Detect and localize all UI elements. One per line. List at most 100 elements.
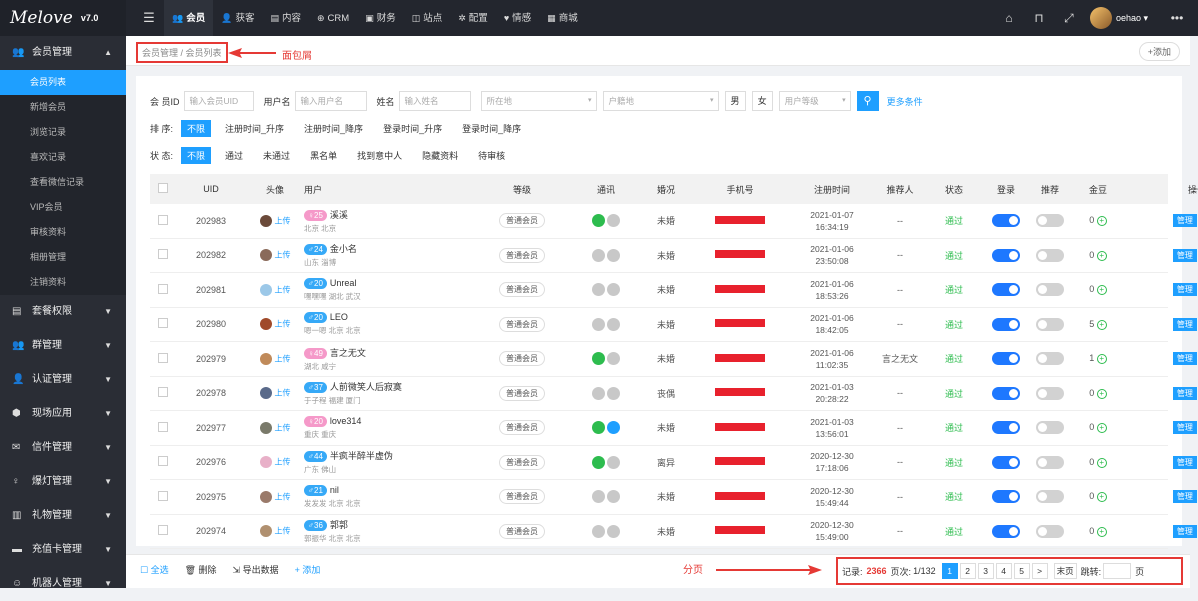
avatar[interactable] <box>259 525 272 538</box>
page-button-3[interactable]: 4 <box>995 563 1012 579</box>
add-button[interactable]: +添加 <box>1138 42 1180 61</box>
user-name[interactable]: love314 <box>330 416 362 426</box>
qq-icon[interactable] <box>607 421 620 435</box>
fullscreen-icon[interactable]: ⤢ <box>1054 11 1084 26</box>
manage-button[interactable]: 管理 <box>1172 283 1197 297</box>
upload-link[interactable]: 上传 <box>275 458 291 467</box>
wechat-icon[interactable] <box>592 455 605 469</box>
manage-button[interactable]: 管理 <box>1172 317 1197 331</box>
row-checkbox[interactable] <box>150 456 176 468</box>
avatar[interactable] <box>259 456 272 469</box>
sort-option-1[interactable]: 注册时间_升序 <box>219 120 290 137</box>
qq-icon[interactable] <box>607 214 620 228</box>
uid-input[interactable]: 输入会员UID <box>183 91 254 111</box>
login-toggle[interactable] <box>992 455 1020 469</box>
sidebar-item-2[interactable]: 浏览记录 <box>0 120 126 145</box>
sidebar-group-8[interactable]: ▬ 充值卡管理 ▼ <box>0 533 126 567</box>
sidebar-group-6[interactable]: ♀ 爆灯管理 ▼ <box>0 465 126 499</box>
recommend-toggle[interactable] <box>1036 524 1064 538</box>
topnav-item-4[interactable]: ▣ 财务 <box>357 0 404 36</box>
login-toggle[interactable] <box>992 421 1020 435</box>
status-option-0[interactable]: 不限 <box>181 146 212 164</box>
row-checkbox[interactable] <box>150 214 176 227</box>
wechat-icon[interactable] <box>592 352 605 366</box>
wechat-icon[interactable] <box>592 524 605 538</box>
name-input[interactable]: 输入姓名 <box>398 91 471 111</box>
add-beans-icon[interactable]: + <box>1096 319 1107 330</box>
sidebar-group-0[interactable]: 👥 会员管理 ▲ <box>0 36 126 70</box>
upload-link[interactable]: 上传 <box>275 354 291 363</box>
sidebar-group-4[interactable]: ⬢ 现场应用 ▼ <box>0 397 126 431</box>
sidebar-item-7[interactable]: 相册管理 <box>0 245 126 270</box>
user-name[interactable]: Unreal <box>330 278 357 288</box>
login-toggle[interactable] <box>992 490 1020 504</box>
qq-icon[interactable] <box>607 455 620 469</box>
select-all-button[interactable]: ☐ 全选 <box>140 563 169 576</box>
user-name[interactable]: 半疯半醉半虚伪 <box>330 451 393 461</box>
sidebar-item-1[interactable]: 新增会员 <box>0 95 126 120</box>
qq-icon[interactable] <box>607 524 620 538</box>
jump-input[interactable] <box>1103 563 1132 579</box>
export-button[interactable]: ⇲ 导出数据 <box>233 563 279 576</box>
login-toggle[interactable] <box>992 386 1020 400</box>
add-beans-icon[interactable]: + <box>1096 457 1107 468</box>
login-toggle[interactable] <box>992 214 1020 228</box>
hukou-select[interactable]: 户籍地 ▾ <box>602 91 719 111</box>
recommend-toggle[interactable] <box>1036 283 1064 297</box>
sort-option-3[interactable]: 登录时间_升序 <box>377 120 448 137</box>
avatar[interactable] <box>259 283 272 296</box>
user-avatar[interactable] <box>1089 7 1112 29</box>
topnav-item-8[interactable]: ▦ 商城 <box>539 0 586 36</box>
wechat-icon[interactable] <box>592 283 605 297</box>
status-option-5[interactable]: 隐藏资料 <box>416 147 464 164</box>
user-name[interactable]: 郭郭 <box>330 520 348 530</box>
status-option-1[interactable]: 通过 <box>219 147 249 164</box>
upload-link[interactable]: 上传 <box>275 285 291 294</box>
manage-button[interactable]: 管理 <box>1172 352 1197 366</box>
topnav-item-1[interactable]: 👤 获客 <box>213 0 262 36</box>
qq-icon[interactable] <box>607 317 620 331</box>
user-name[interactable]: 言之无文 <box>330 348 366 358</box>
recommend-toggle[interactable] <box>1036 490 1064 504</box>
upload-link[interactable]: 上传 <box>275 423 291 432</box>
breadcrumb[interactable]: 会员管理 / 会员列表 <box>136 42 228 63</box>
sidebar-item-0[interactable]: 会员列表 <box>0 70 126 95</box>
login-toggle[interactable] <box>992 317 1020 331</box>
level-select[interactable]: 用户等级 ▾ <box>778 91 851 111</box>
status-option-4[interactable]: 找到意中人 <box>351 147 408 164</box>
recommend-toggle[interactable] <box>1036 421 1064 435</box>
page-button-2[interactable]: 3 <box>977 563 994 579</box>
wechat-icon[interactable] <box>592 421 605 435</box>
page-button-1[interactable]: 2 <box>959 563 976 579</box>
wechat-icon[interactable] <box>592 214 605 228</box>
add-beans-icon[interactable]: + <box>1096 216 1107 227</box>
qq-icon[interactable] <box>607 248 620 262</box>
username-input[interactable]: 输入用户名 <box>294 91 367 111</box>
manage-button[interactable]: 管理 <box>1172 455 1197 469</box>
search-button[interactable]: ⚲ <box>856 91 879 111</box>
user-name[interactable]: 人前微笑人后寂寞 <box>330 382 402 392</box>
menu-toggle-icon[interactable]: ☰ <box>134 10 164 26</box>
topnav-item-0[interactable]: 👥 会员 <box>164 0 214 36</box>
sidebar-group-7[interactable]: ▥ 礼物管理 ▼ <box>0 499 126 533</box>
avatar[interactable] <box>259 214 272 227</box>
manage-button[interactable]: 管理 <box>1172 214 1197 228</box>
login-toggle[interactable] <box>992 248 1020 262</box>
manage-button[interactable]: 管理 <box>1172 421 1197 435</box>
row-checkbox[interactable] <box>150 318 176 330</box>
add-beans-icon[interactable]: + <box>1096 250 1107 261</box>
location-select[interactable]: 所在地 ▾ <box>480 91 597 111</box>
sort-option-4[interactable]: 登录时间_降序 <box>456 120 527 137</box>
recommend-toggle[interactable] <box>1036 214 1064 228</box>
avatar[interactable] <box>259 249 272 262</box>
page-button-0[interactable]: 1 <box>941 563 958 579</box>
sidebar-group-9[interactable]: ☺ 机器人管理 ▼ <box>0 567 126 601</box>
row-checkbox[interactable] <box>150 421 176 434</box>
sidebar-group-3[interactable]: 👤 认证管理 ▼ <box>0 363 126 397</box>
login-toggle[interactable] <box>992 524 1020 538</box>
sidebar-item-3[interactable]: 喜欢记录 <box>0 145 126 170</box>
recommend-toggle[interactable] <box>1036 386 1064 400</box>
topnav-item-6[interactable]: ✲ 配置 <box>450 0 496 36</box>
page-button-5[interactable]: > <box>1031 563 1048 579</box>
select-all-checkbox[interactable] <box>150 183 176 195</box>
